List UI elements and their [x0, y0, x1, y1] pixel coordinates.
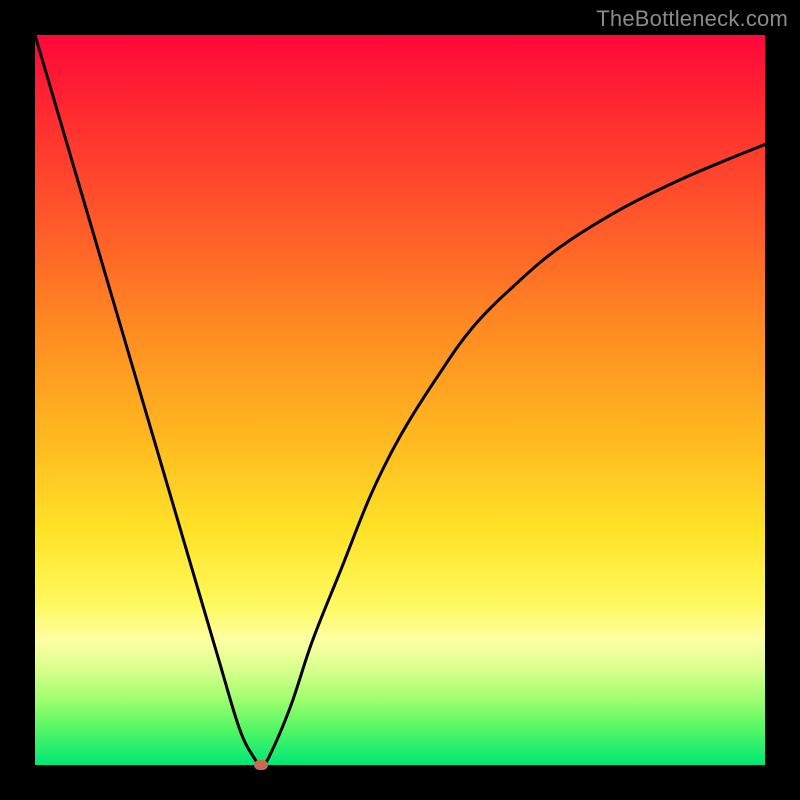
curve-svg	[35, 35, 765, 765]
chart-frame: TheBottleneck.com	[0, 0, 800, 800]
plot-area	[35, 35, 765, 765]
watermark-text: TheBottleneck.com	[596, 6, 788, 32]
minimum-marker	[254, 760, 268, 770]
bottleneck-curve	[35, 35, 765, 765]
